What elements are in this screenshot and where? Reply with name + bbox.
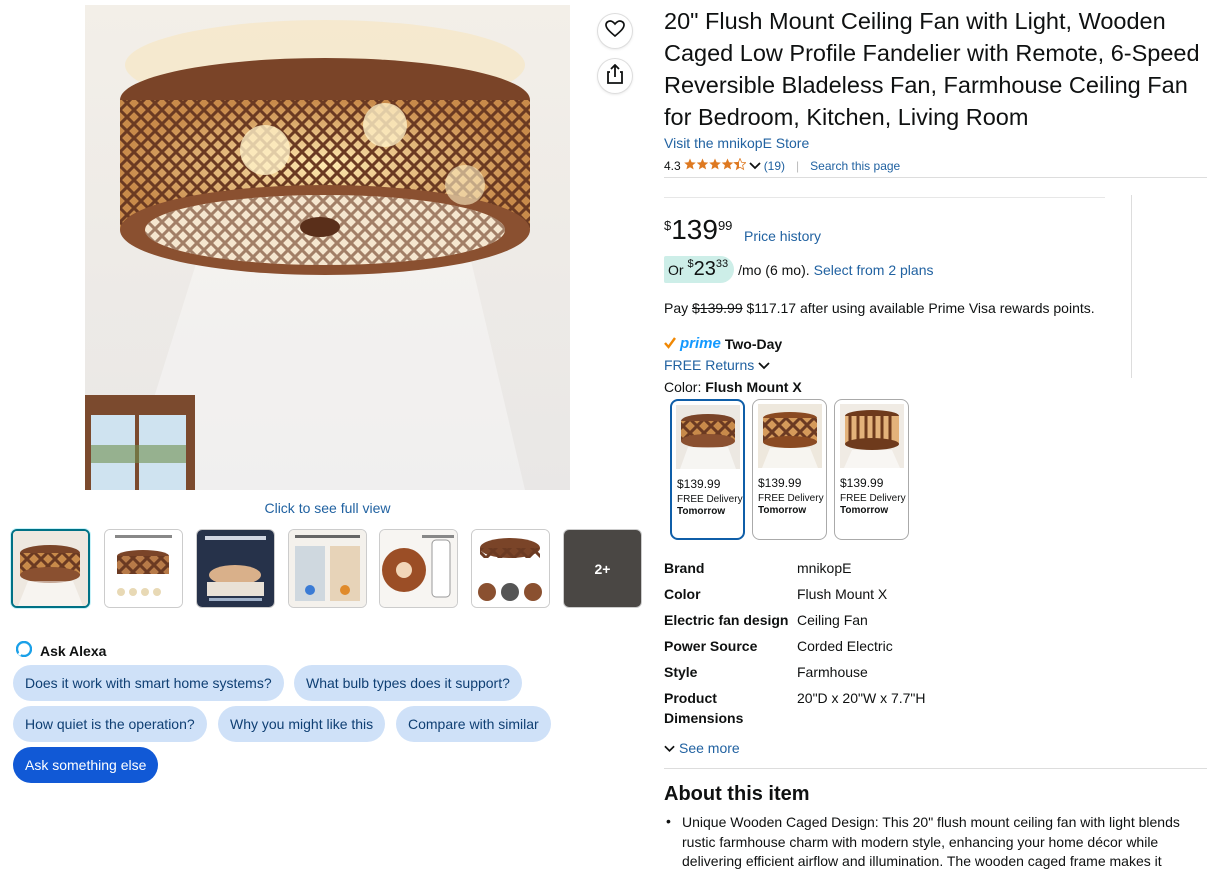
click-full-view-link[interactable]: Click to see full view	[85, 500, 570, 516]
store-link[interactable]: Visit the mnikopE Store	[664, 135, 809, 151]
spec-key-fan-design: Electric fan design	[664, 612, 789, 628]
free-returns-text: FREE Returns	[664, 357, 755, 373]
monthly-term: /mo (6 mo).	[738, 261, 810, 278]
heart-icon	[605, 19, 625, 43]
monthly-fraction: 33	[715, 258, 729, 270]
color-option-image	[839, 404, 904, 468]
share-icon	[606, 63, 624, 89]
spec-key-power-source: Power Source	[664, 638, 758, 654]
color-label-text: Color:	[664, 379, 702, 395]
spec-key-style: Style	[664, 664, 698, 680]
review-count-link[interactable]: (19)	[764, 159, 785, 173]
prime-delivery: prime Two-Day	[664, 335, 782, 352]
share-button[interactable]	[598, 59, 632, 93]
chevron-down-icon[interactable]	[749, 159, 761, 173]
spec-key-color: Color	[664, 586, 701, 602]
about-heading: About this item	[664, 783, 810, 805]
spec-value-power-source: Corded Electric	[797, 638, 893, 654]
thumbnail-6[interactable]	[471, 529, 550, 608]
price-whole: 139	[671, 214, 718, 245]
prime-logo: prime	[680, 335, 721, 352]
spec-value-brand: mnikopE	[797, 560, 852, 576]
thumbnail-more[interactable]: 2+	[563, 529, 642, 608]
thumbnail-1[interactable]	[11, 529, 90, 608]
see-more-link[interactable]: See more	[664, 740, 740, 756]
two-day-label: Two-Day	[724, 335, 783, 352]
divider	[664, 197, 1105, 198]
color-option-image	[675, 405, 740, 469]
pay-prefix: Pay	[664, 300, 689, 316]
color-option-delivery: FREE Delivery	[840, 493, 906, 504]
color-selector-label: Color: Flush Mount X	[664, 379, 802, 395]
main-product-image[interactable]	[85, 5, 570, 490]
chevron-down-icon	[758, 357, 770, 373]
color-option-when: Tomorrow	[677, 506, 726, 517]
spec-value-style: Farmhouse	[797, 664, 868, 680]
color-option-when: Tomorrow	[840, 505, 889, 516]
pay-reward-text: $117.17 after using available Prime Visa…	[746, 300, 1095, 316]
color-option-delivery: FREE Delivery	[758, 493, 824, 504]
chevron-down-icon	[664, 740, 675, 756]
pay-old-price: $139.99	[692, 300, 743, 316]
spec-key-dimensions: Product Dimensions	[664, 690, 744, 726]
color-option-2[interactable]: $139.99 FREE Delivery Tomorrow	[752, 399, 827, 540]
search-this-page-link[interactable]: Search this page	[810, 159, 900, 173]
price: $13999	[664, 214, 732, 246]
select-plans-link[interactable]: Select from 2 plans	[814, 262, 934, 278]
alexa-suggestion-compare[interactable]: Compare with similar	[396, 706, 551, 742]
alexa-suggestion-smart-home[interactable]: Does it work with smart home systems?	[13, 665, 284, 701]
price-fraction: 99	[717, 218, 733, 233]
color-option-price: $139.99	[677, 477, 721, 491]
spec-value-fan-design: Ceiling Fan	[797, 612, 868, 628]
color-option-delivery: FREE Delivery	[677, 494, 743, 505]
prime-check-icon	[664, 336, 676, 352]
alexa-suggestion-quiet[interactable]: How quiet is the operation?	[13, 706, 207, 742]
product-title: 20" Flush Mount Ceiling Fan with Light, …	[664, 8, 1200, 130]
monthly-badge: Or $2333	[664, 256, 735, 283]
thumbnail-2[interactable]	[104, 529, 183, 608]
monthly-whole: 23	[693, 258, 716, 280]
thumbnail-3[interactable]	[196, 529, 275, 608]
color-option-price: $139.99	[840, 476, 884, 490]
spec-key-brand: Brand	[664, 560, 705, 576]
monthly-prefix: Or	[668, 262, 684, 278]
ask-alexa-label: Ask Alexa	[15, 640, 107, 660]
alexa-suggestion-bulb-types[interactable]: What bulb types does it support?	[294, 665, 522, 701]
bullet-dot: •	[666, 813, 671, 829]
separator: |	[796, 159, 800, 173]
free-returns-link[interactable]: FREE Returns	[664, 357, 770, 373]
thumbnail-5[interactable]	[379, 529, 458, 608]
color-option-1[interactable]: $139.99 FREE Delivery Tomorrow	[670, 399, 745, 540]
ask-something-else-button[interactable]: Ask something else	[13, 747, 159, 783]
spec-value-dimensions: 20"D x 20"W x 7.7"H	[797, 690, 926, 706]
divider	[664, 177, 1207, 178]
prime-visa-offer: Pay $139.99 $117.17 after using availabl…	[664, 300, 1095, 316]
alexa-icon	[15, 640, 33, 660]
alexa-suggestion-why-like[interactable]: Why you might like this	[218, 706, 386, 742]
thumbnail-4[interactable]	[288, 529, 367, 608]
spec-value-color: Flush Mount X	[797, 586, 888, 602]
more-thumbnails-count: 2+	[594, 560, 611, 577]
ask-alexa-text: Ask Alexa	[40, 642, 107, 659]
rating-value: 4.3	[664, 159, 681, 173]
about-bullet-1: Unique Wooden Caged Design: This 20" flu…	[682, 814, 1180, 869]
price-history-link[interactable]: Price history	[744, 228, 821, 244]
color-option-image	[757, 404, 822, 468]
rating-row: 4.3 (19) | Search this page	[664, 157, 900, 174]
divider	[664, 768, 1207, 769]
color-option-when: Tomorrow	[758, 505, 807, 516]
color-option-price: $139.99	[758, 476, 802, 490]
color-option-3[interactable]: $139.99 FREE Delivery Tomorrow	[834, 399, 909, 540]
monthly-payment: Or $2333 /mo (6 mo). Select from 2 plans	[664, 256, 934, 283]
divider	[1131, 195, 1132, 378]
see-more-text: See more	[679, 740, 740, 756]
color-selected-value: Flush Mount X	[705, 379, 802, 395]
wishlist-heart-button[interactable]	[598, 14, 632, 48]
price-symbol: $	[664, 218, 672, 233]
star-rating-icon[interactable]	[683, 157, 747, 174]
